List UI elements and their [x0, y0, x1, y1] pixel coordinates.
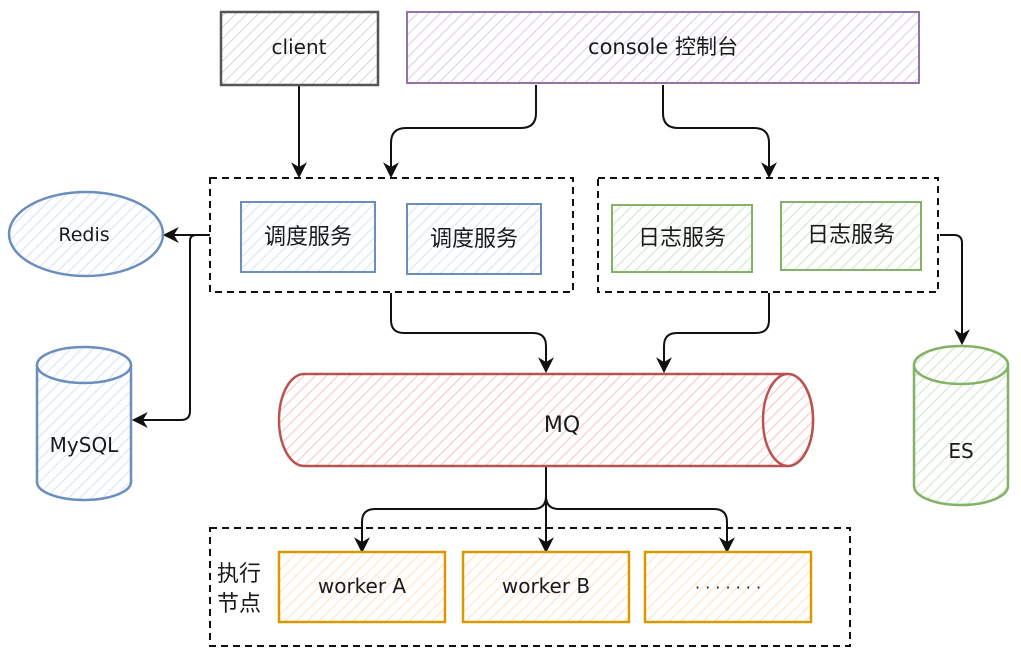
edge-log-to-mq: [656, 293, 770, 374]
log-group: 日志服务 日志服务: [597, 177, 939, 293]
worker-b-label: worker B: [502, 574, 590, 598]
worker-more-node: · · · · · · ·: [643, 550, 813, 624]
edge-scheduler-to-mq: [390, 293, 554, 374]
client-label: client: [272, 35, 327, 59]
log-service-1: 日志服务: [611, 204, 753, 273]
edge-console-to-scheduler: [383, 85, 537, 179]
mysql-node: MySQL: [35, 345, 133, 502]
redis-label: Redis: [58, 224, 109, 246]
edge-scheduler-to-mysql: [131, 234, 210, 428]
edge-log-to-es: [940, 234, 970, 346]
scheduler-service-2: 调度服务: [406, 203, 542, 275]
worker-b-node: worker B: [461, 550, 631, 624]
scheduler-service-2-label: 调度服务: [430, 227, 518, 252]
connectors: [131, 85, 970, 554]
execution-group-label-line2: 节点: [217, 592, 261, 617]
es-label: ES: [948, 439, 973, 463]
worker-more-label: · · · · · · ·: [695, 578, 761, 597]
edge-mq-to-worker-more: [545, 466, 735, 554]
execution-group: 执行 节点 worker A worker B · · · · · · ·: [209, 527, 851, 647]
execution-group-label-line1: 执行: [217, 562, 261, 587]
edge-console-to-log: [662, 85, 777, 179]
mysql-label: MySQL: [50, 433, 120, 457]
mq-label: MQ: [544, 413, 580, 438]
log-service-1-label: 日志服务: [638, 226, 726, 251]
architecture-diagram: client console 控制台 调度服务 调度服务 日志服务 日志服务 R: [7, 10, 1010, 647]
worker-a-node: worker A: [277, 550, 447, 624]
scheduler-group: 调度服务 调度服务: [209, 177, 574, 293]
client-node: client: [219, 10, 380, 87]
scheduler-service-1-label: 调度服务: [264, 225, 352, 250]
scheduler-service-1: 调度服务: [240, 201, 376, 273]
log-service-2: 日志服务: [780, 201, 922, 271]
redis-node: Redis: [7, 190, 165, 278]
mq-node: MQ: [277, 372, 815, 468]
console-label: console 控制台: [588, 35, 738, 59]
console-node: console 控制台: [406, 11, 920, 84]
es-node: ES: [912, 344, 1010, 507]
log-service-2-label: 日志服务: [807, 223, 895, 248]
worker-a-label: worker A: [318, 574, 407, 598]
edge-mq-to-worker-a: [354, 466, 547, 554]
